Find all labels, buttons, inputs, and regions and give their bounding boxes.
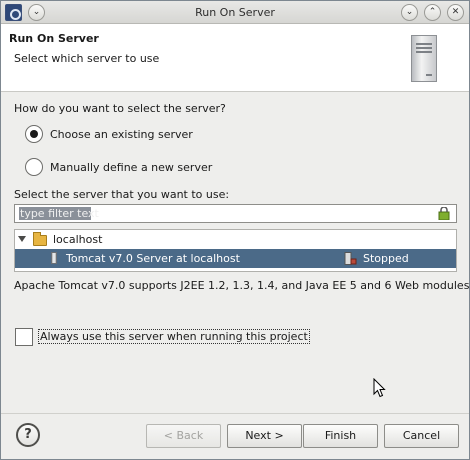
filter-field[interactable] — [14, 204, 457, 223]
next-button[interactable]: Next > — [227, 424, 302, 448]
button-bar-separator — [1, 413, 469, 414]
folder-icon — [33, 232, 47, 246]
cancel-button[interactable]: Cancel — [384, 424, 459, 448]
tree-row-server[interactable]: Tomcat v7.0 Server at localhost Stopped — [15, 249, 456, 268]
mouse-cursor-icon — [373, 378, 386, 398]
host-label: localhost — [53, 233, 103, 246]
back-button[interactable]: < Back — [146, 424, 221, 448]
define-new-radio[interactable] — [25, 158, 43, 176]
clear-filter-icon[interactable] — [438, 207, 450, 220]
server-status: Stopped — [363, 252, 409, 265]
title-bar[interactable]: ⌄ Run On Server ⌄ ⌃ ✕ — [1, 1, 469, 24]
choose-existing-radio[interactable] — [25, 125, 43, 143]
server-tower-icon — [411, 35, 437, 82]
tree-row-localhost[interactable]: localhost — [15, 230, 456, 249]
server-description: Apache Tomcat v7.0 supports J2EE 1.2, 1.… — [14, 279, 470, 292]
expand-arrow-icon[interactable] — [18, 236, 27, 243]
server-list-label: Select the server that you want to use: — [14, 188, 230, 201]
always-use-checkbox[interactable] — [15, 328, 33, 346]
banner-title: Run On Server — [9, 32, 99, 45]
server-stopped-icon — [344, 252, 357, 265]
help-button[interactable]: ? — [16, 423, 40, 447]
maximize-icon[interactable]: ⌃ — [424, 4, 441, 21]
run-on-server-dialog: ⌄ Run On Server ⌄ ⌃ ✕ Run On Server Sele… — [0, 0, 470, 460]
always-use-label[interactable]: Always use this server when running this… — [38, 329, 310, 344]
header-banner: Run On Server Select which server to use — [1, 24, 469, 92]
server-tree[interactable]: localhost Tomcat v7.0 Server at localhos… — [14, 229, 457, 272]
close-icon[interactable]: ✕ — [447, 4, 464, 21]
minimize-icon[interactable]: ⌄ — [401, 4, 418, 21]
finish-button[interactable]: Finish — [303, 424, 378, 448]
selection-question: How do you want to select the server? — [14, 102, 226, 115]
server-name: Tomcat v7.0 Server at localhost — [66, 252, 240, 265]
define-new-label[interactable]: Manually define a new server — [50, 161, 212, 174]
window-title: Run On Server — [195, 6, 275, 19]
filter-input[interactable] — [17, 206, 427, 221]
choose-existing-label[interactable]: Choose an existing server — [50, 128, 193, 141]
server-icon — [51, 252, 57, 264]
banner-subtitle: Select which server to use — [14, 52, 160, 65]
